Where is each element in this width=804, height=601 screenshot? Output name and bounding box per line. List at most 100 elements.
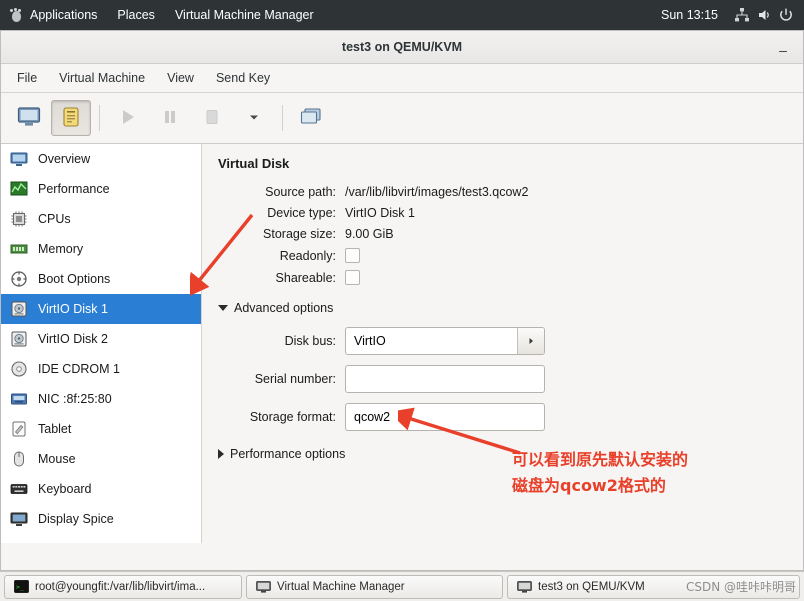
snapshots-button[interactable] [291, 100, 331, 136]
sidebar-item-virtio-disk-2[interactable]: VirtIO Disk 2 [1, 324, 201, 354]
tablet-icon [9, 419, 29, 439]
sidebar-item-label: Tablet [38, 422, 72, 436]
snapshot-icon [299, 107, 323, 130]
watermark: CSDN @哇咔咔明哥 [685, 580, 796, 594]
minimize-button[interactable]: – [773, 37, 793, 57]
sidebar-item-keyboard[interactable]: Keyboard [1, 474, 201, 504]
sidebar-item-label: Keyboard [38, 482, 92, 496]
display-icon [9, 509, 29, 529]
sidebar-item-boot-options[interactable]: Boot Options [1, 264, 201, 294]
clock[interactable]: Sun 13:15 [649, 8, 730, 22]
menu-view[interactable]: View [157, 68, 204, 88]
sidebar-item-overview[interactable]: Overview [1, 144, 201, 174]
show-details-button[interactable] [51, 100, 91, 136]
annotation-line-1: 可以看到原先默认安装的 [512, 450, 689, 469]
toolbar [1, 93, 803, 144]
storage-format-label: Storage format: [249, 410, 336, 424]
triangle-right-icon [218, 449, 224, 459]
performance-options-label: Performance options [230, 447, 346, 461]
readonly-row: Readonly: [218, 248, 789, 263]
sidebar-item-ide-cdrom-1[interactable]: IDE CDROM 1 [1, 354, 201, 384]
disk-bus-label: Disk bus: [284, 334, 336, 348]
storage-size-row: Storage size: 9.00 GiB [218, 227, 789, 241]
disk-bus-combo[interactable]: VirtIO [345, 327, 545, 355]
device-type-row: Device type: VirtIO Disk 1 [218, 206, 789, 220]
chevron-down-icon [247, 110, 261, 127]
toolbar-separator [99, 105, 100, 131]
storage-size-value: 9.00 GiB [345, 227, 394, 241]
sidebar-item-memory[interactable]: Memory [1, 234, 201, 264]
active-window-menu[interactable]: Virtual Machine Manager [165, 0, 324, 30]
applications-menu[interactable]: Applications [0, 0, 107, 30]
sidebar-item-sound-ich6[interactable]: Sound ich6 [1, 534, 201, 543]
volume-icon[interactable] [754, 5, 774, 25]
sidebar-item-mouse[interactable]: Mouse [1, 444, 201, 474]
taskbar-item-label: test3 on QEMU/KVM [538, 580, 645, 593]
sidebar-item-tablet[interactable]: Tablet [1, 414, 201, 444]
page-title: Virtual Disk [218, 156, 290, 171]
taskbar-item-label: Virtual Machine Manager [277, 580, 405, 593]
sidebar-item-virtio-disk-1[interactable]: VirtIO Disk 1 [1, 294, 201, 324]
sidebar-item-nic[interactable]: NIC :8f:25:80 [1, 384, 201, 414]
window-title-bar: test3 on QEMU/KVM – [1, 31, 803, 64]
taskbar-item-terminal[interactable]: >_ root@youngfit:/var/lib/libvirt/ima... [4, 574, 242, 599]
sidebar-item-label: Sound ich6 [38, 542, 101, 543]
sidebar-item-label: Overview [38, 152, 91, 166]
pause-icon [161, 108, 179, 129]
sidebar-item-label: Boot Options [38, 272, 111, 286]
power-icon[interactable] [776, 5, 796, 25]
places-label: Places [117, 8, 155, 22]
gnome-top-bar: Applications Places Virtual Machine Mana… [0, 0, 804, 30]
combo-arrow-icon[interactable] [517, 328, 544, 354]
play-icon [119, 108, 137, 129]
sidebar-item-label: Display Spice [38, 512, 114, 526]
menu-virtual-machine[interactable]: Virtual Machine [49, 68, 155, 88]
advanced-options-toggle[interactable]: Advanced options [218, 301, 789, 315]
shutdown-menu-button[interactable] [234, 100, 274, 136]
menu-send-key[interactable]: Send Key [206, 68, 280, 88]
hardware-list[interactable]: Overview Performance CPUs Memory Boot Op… [1, 144, 202, 543]
nic-icon [9, 389, 29, 409]
readonly-checkbox[interactable] [345, 248, 360, 263]
shareable-label: Shareable: [275, 270, 336, 285]
computer-icon [9, 149, 29, 169]
applications-label: Applications [30, 8, 98, 22]
sidebar-item-label: IDE CDROM 1 [38, 362, 120, 376]
disk-icon [9, 299, 29, 319]
shutdown-button[interactable] [192, 100, 232, 136]
menu-file[interactable]: File [7, 68, 47, 88]
serial-number-input[interactable] [345, 365, 545, 393]
run-button[interactable] [108, 100, 148, 136]
cpu-icon [9, 209, 29, 229]
disk-icon [9, 329, 29, 349]
gnome-foot-icon [10, 8, 24, 22]
shareable-checkbox[interactable] [345, 270, 360, 285]
disk-bus-row: Disk bus: VirtIO [218, 327, 789, 355]
performance-options-toggle[interactable]: Performance options [218, 447, 789, 461]
top-bar-status-area: Sun 13:15 [649, 0, 804, 30]
storage-format-input[interactable]: qcow2 [345, 403, 545, 431]
sidebar-item-label: Performance [38, 182, 110, 196]
disk-bus-value: VirtIO [354, 334, 386, 348]
chart-icon [9, 179, 29, 199]
taskbar: >_ root@youngfit:/var/lib/libvirt/ima...… [0, 571, 804, 601]
sidebar-item-label: CPUs [38, 212, 71, 226]
sidebar-item-display-spice[interactable]: Display Spice [1, 504, 201, 534]
places-menu[interactable]: Places [107, 0, 165, 30]
network-icon[interactable] [732, 5, 752, 25]
device-type-label: Device type: [267, 206, 336, 220]
sidebar-item-cpus[interactable]: CPUs [1, 204, 201, 234]
window-title: test3 on QEMU/KVM [341, 40, 463, 54]
active-window-label: Virtual Machine Manager [174, 8, 314, 22]
triangle-down-icon [218, 305, 228, 311]
sound-icon [9, 539, 29, 543]
show-console-button[interactable] [9, 100, 49, 136]
readonly-label: Readonly: [279, 248, 336, 263]
details-pane: Virtual Disk Source path: /var/lib/libvi… [202, 144, 803, 543]
sidebar-item-performance[interactable]: Performance [1, 174, 201, 204]
pause-button[interactable] [150, 100, 190, 136]
sidebar-item-label: Mouse [38, 452, 76, 466]
taskbar-item-vmm[interactable]: Virtual Machine Manager [246, 574, 503, 599]
vmm-icon [255, 579, 271, 595]
storage-format-row: Storage format: qcow2 [218, 403, 789, 431]
